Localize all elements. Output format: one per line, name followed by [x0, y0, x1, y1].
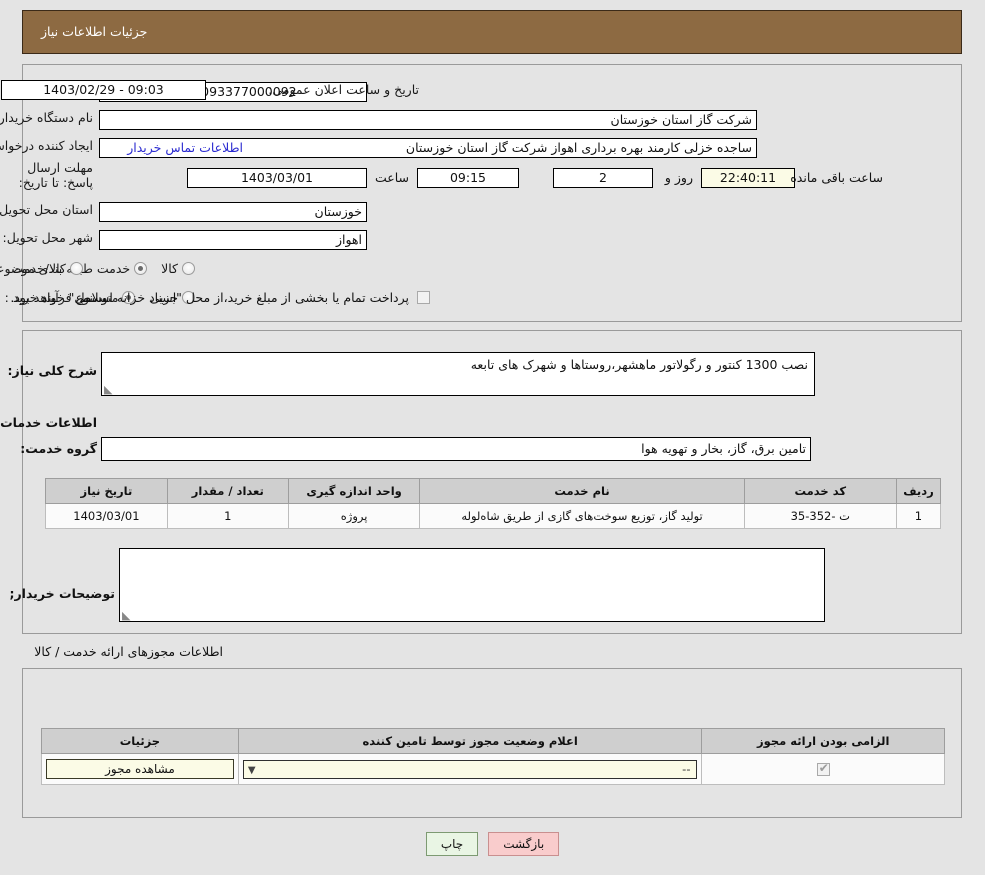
buyer-notes-textarea[interactable]: ◢: [119, 548, 825, 622]
cell-date: 1403/03/01: [45, 503, 168, 529]
deadline-time-field[interactable]: 09:15: [417, 168, 519, 188]
permits-heading: اطلاعات مجوزهای ارائه خدمت / کالا: [34, 644, 223, 659]
permits-table-header-row: الزامی بودن ارائه مجوز اعلام وضعیت مجوز …: [41, 728, 945, 754]
radio-category-service-label: خدمت: [96, 261, 131, 276]
permit-required-checkbox: [816, 761, 830, 776]
back-button[interactable]: بازگشت: [488, 832, 560, 856]
deadline-label: مهلت ارسال پاسخ: تا تاریخ:: [18, 160, 93, 190]
permit-status-value: --: [682, 761, 691, 776]
permits-table: الزامی بودن ارائه مجوز اعلام وضعیت مجوز …: [41, 728, 945, 785]
service-table: ردیف کد خدمت نام خدمت واحد اندازه گیری ت…: [45, 478, 942, 529]
cell-name: تولید گاز، توزیع سوخت‌های گازی از طریق ش…: [419, 503, 745, 529]
page-root: ✓ AriaTender.net جزئیات اطلاعات نیاز شما…: [0, 0, 985, 875]
announce-label-row: تاریخ و ساعت اعلان عمومی:: [262, 82, 419, 97]
treasury-checkbox-row: پرداخت تمام یا بخشی از مبلغ خرید،از محل …: [10, 290, 430, 305]
col-name: نام خدمت: [419, 478, 745, 504]
province-field[interactable]: خوزستان: [99, 202, 367, 222]
col-permit-required: الزامی بودن ارائه مجوز: [701, 728, 945, 754]
remaining-days-label: روز و: [664, 170, 693, 185]
permit-status-select[interactable]: ▼ --: [242, 759, 698, 779]
summary-label: شرح کلی نیاز:: [7, 363, 97, 378]
summary-textarea[interactable]: نصب 1300 کنتور و رگولاتور ماهشهر،روستاها…: [101, 352, 815, 396]
cell-code: ت -352-35: [743, 503, 897, 529]
need-info-panel: [22, 64, 962, 322]
cell-unit: پروژه: [287, 503, 421, 529]
page-title: جزئیات اطلاعات نیاز: [41, 24, 148, 39]
cell-permit-required: [701, 753, 945, 785]
treasury-checkbox-label: پرداخت تمام یا بخشی از مبلغ خرید،از محل …: [10, 290, 409, 305]
province-label: استان محل تحویل:: [0, 202, 93, 217]
city-label: شهر محل تحویل:: [2, 230, 93, 245]
page-title-bar: جزئیات اطلاعات نیاز: [22, 10, 962, 54]
table-row: 1 ت -352-35 تولید گاز، توزیع سوخت‌های گا…: [45, 503, 942, 529]
announce-datetime-label: تاریخ و ساعت اعلان عمومی:: [268, 82, 419, 97]
radio-category-goods-label: کالا: [161, 261, 178, 276]
cell-permit-details: مشاهده مجوز: [41, 753, 239, 785]
col-permit-details: جزئیات: [41, 728, 239, 754]
remaining-suffix-label: ساعت باقی مانده: [790, 170, 883, 185]
remaining-clock-field: 22:40:11: [701, 168, 795, 188]
buyer-org-field[interactable]: شرکت گاز استان خوزستان: [99, 110, 757, 130]
table-row: ▼ -- مشاهده مجوز: [41, 753, 945, 785]
col-unit: واحد اندازه گیری: [287, 478, 421, 504]
service-group-field[interactable]: تامین برق، گاز، بخار و تهویه هوا: [101, 437, 811, 461]
col-permit-status: اعلام وضعیت مجوز توسط تامین کننده: [237, 728, 703, 754]
view-permit-button[interactable]: مشاهده مجوز: [46, 759, 234, 779]
remaining-days-field: 2: [553, 168, 653, 188]
col-quantity: تعداد / مقدار: [166, 478, 289, 504]
buyer-contact-link[interactable]: اطلاعات تماس خریدار: [127, 140, 243, 155]
city-label-row: شهر محل تحویل:: [0, 230, 93, 245]
buyer-org-label-row: نام دستگاه خریدار:: [0, 110, 93, 125]
radio-category-goods-service-label: کالا/خدمت: [11, 261, 66, 276]
province-label-row: استان محل تحویل:: [0, 202, 93, 217]
cell-row: 1: [895, 503, 942, 529]
creator-label-row: ایجاد کننده درخواست:: [0, 138, 93, 153]
chevron-down-icon: ▼: [247, 764, 256, 776]
deadline-time-label: ساعت: [374, 170, 409, 185]
radio-category-service[interactable]: [134, 262, 148, 275]
footer-button-bar: بازگشت چاپ: [0, 832, 985, 856]
cell-permit-status: ▼ --: [237, 753, 703, 785]
creator-label: ایجاد کننده درخواست:: [0, 138, 93, 153]
deadline-date-field[interactable]: 1403/03/01: [187, 168, 367, 188]
deadline-label-row: مهلت ارسال پاسخ: تا تاریخ:: [1, 160, 93, 190]
service-table-header-row: ردیف کد خدمت نام خدمت واحد اندازه گیری ت…: [45, 478, 942, 504]
announce-datetime-field[interactable]: 09:03 - 1403/02/29: [1, 80, 206, 100]
col-row: ردیف: [895, 478, 942, 504]
summary-text: نصب 1300 کنتور و رگولاتور ماهشهر،روستاها…: [470, 357, 808, 372]
resize-grip-icon[interactable]: ◢: [104, 383, 114, 395]
buyer-notes-label: توضیحات خریدار;: [9, 586, 115, 601]
service-group-label: گروه خدمت:: [20, 441, 97, 456]
services-heading: اطلاعات خدمات مورد نیاز: [0, 415, 97, 430]
city-field[interactable]: اهواز: [99, 230, 367, 250]
buyer-org-label: نام دستگاه خریدار:: [0, 110, 93, 125]
print-button[interactable]: چاپ: [425, 832, 479, 856]
radio-category-goods[interactable]: [182, 262, 195, 275]
cell-quantity: 1: [166, 503, 289, 529]
radio-category-goods-service[interactable]: [69, 262, 83, 275]
resize-grip-icon[interactable]: ◢: [122, 609, 132, 621]
col-code: کد خدمت: [743, 478, 897, 504]
treasury-checkbox[interactable]: [417, 291, 430, 304]
col-date: تاریخ نیاز: [45, 478, 168, 504]
category-radio-group: کالا خدمت کالا/خدمت: [0, 261, 195, 276]
